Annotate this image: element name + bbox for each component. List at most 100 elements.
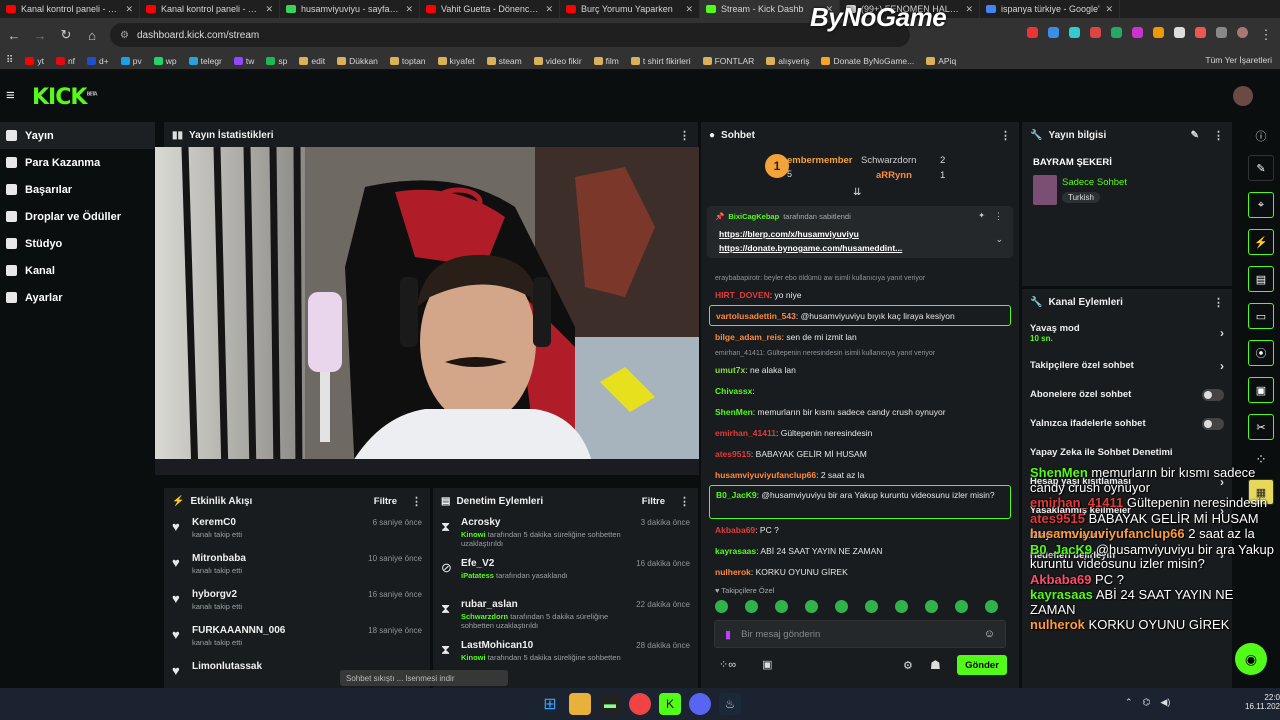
- more-options-icon[interactable]: ⋮: [411, 495, 422, 508]
- back-icon[interactable]: ←: [6, 28, 22, 43]
- chat-message[interactable]: ates9515: BABAYAK GELİR Mİ HUSAM: [701, 443, 1019, 464]
- activity-user[interactable]: KeremC0: [192, 517, 365, 528]
- more-options-icon[interactable]: ⋮: [994, 211, 1003, 222]
- sidebar-item[interactable]: Para Kazanma: [0, 149, 155, 176]
- file-explorer-icon[interactable]: [569, 693, 591, 715]
- close-icon[interactable]: ✕: [125, 4, 133, 15]
- clock[interactable]: 22:04 16.11.2025: [1245, 693, 1280, 711]
- forward-icon[interactable]: →: [32, 28, 48, 43]
- followers-chat-row[interactable]: Takipçilere özel sohbet ›: [1022, 351, 1232, 380]
- emote[interactable]: [835, 600, 848, 613]
- browser-tab[interactable]: Vahit Guetta - Dönence M ✕: [420, 0, 560, 18]
- chat-message[interactable]: kayrasaas: ABİ 24 SAAT YAYIN NE ZAMAN: [701, 540, 1019, 561]
- extension-icon[interactable]: [1153, 27, 1164, 38]
- extension-icon[interactable]: [1048, 27, 1059, 38]
- chat-username[interactable]: vartolusadettin_543: [716, 311, 796, 321]
- chat-icon[interactable]: ▭: [1248, 303, 1274, 329]
- subs-chat-toggle[interactable]: [1202, 388, 1224, 401]
- chat-username[interactable]: umut7x: [715, 365, 745, 375]
- bookmark-item[interactable]: film: [593, 56, 619, 66]
- tray-chevron-icon[interactable]: ⌃: [1125, 697, 1133, 708]
- leader-third-name[interactable]: aRRynn: [876, 170, 912, 181]
- chat-message[interactable]: vartolusadettin_543: @husamviyuviyu bıyı…: [709, 305, 1011, 326]
- extension-icon[interactable]: [1069, 27, 1080, 38]
- network-icon[interactable]: ⌬: [1143, 697, 1151, 708]
- clip-icon[interactable]: ⌖: [1248, 192, 1274, 218]
- activity-user[interactable]: Mitronbaba: [192, 553, 360, 564]
- browser-tab[interactable]: Kanal kontrol paneli - You ✕: [140, 0, 280, 18]
- bookmark-item[interactable]: video fikir: [533, 56, 582, 66]
- more-options-icon[interactable]: ⋮: [679, 495, 690, 508]
- sidebar-item[interactable]: Yayın: [0, 122, 155, 149]
- save-icon[interactable]: ▣: [1248, 377, 1274, 403]
- send-button[interactable]: Gönder: [957, 655, 1007, 675]
- url-field[interactable]: ⚙ dashboard.kick.com/stream: [110, 23, 910, 47]
- moderation-user[interactable]: Efe_V2: [461, 558, 628, 569]
- chat-username[interactable]: husamviyuviyufanclup66: [715, 470, 816, 480]
- chat-username[interactable]: Akbaba69: [715, 525, 755, 535]
- filter-button[interactable]: Filtre: [642, 496, 665, 507]
- chevron-down-icon[interactable]: ⌄: [995, 234, 1003, 245]
- emote[interactable]: [925, 600, 938, 613]
- activity-user[interactable]: FURKAAANNN_006: [192, 625, 360, 636]
- bookmark-item[interactable]: sp: [266, 56, 287, 66]
- emote[interactable]: [805, 600, 818, 613]
- bot-icon[interactable]: ☗: [930, 658, 941, 672]
- leader-second-name[interactable]: Schwarzdorn: [861, 155, 916, 166]
- close-icon[interactable]: ✕: [1105, 4, 1113, 15]
- moderation-row[interactable]: ⧗ Acrosky Kinowi tarafından 5 dakika sürel…: [433, 514, 698, 555]
- chat-message[interactable]: B0_JacK9: @husamviyuviyu bir ara Yakup k…: [709, 485, 1011, 519]
- chat-username[interactable]: ShenMen: [715, 407, 753, 417]
- activity-row[interactable]: ♥ FURKAAANNN_006 kanalı takip etti 18 saniy…: [164, 622, 430, 658]
- chat-message[interactable]: Akbaba69: PC ?: [701, 519, 1019, 540]
- toast-notification[interactable]: Sohbet sıkıştı ... lsenmesi indir: [340, 670, 508, 686]
- chat-username[interactable]: bilge_adam_reis: [715, 332, 782, 342]
- broadcast-icon[interactable]: ⦿: [1248, 340, 1274, 366]
- chat-username[interactable]: emirhan_41411: [715, 428, 776, 438]
- bookmark-item[interactable]: alışveriş: [766, 56, 809, 66]
- more-options-icon[interactable]: ⋮: [1213, 296, 1224, 309]
- chat-username[interactable]: nulherok: [715, 567, 751, 577]
- bookmark-item[interactable]: nf: [55, 56, 75, 66]
- home-icon[interactable]: ⌂: [84, 28, 100, 43]
- extension-icon[interactable]: [1195, 27, 1206, 38]
- menu-icon[interactable]: ⋮: [1258, 27, 1274, 43]
- bookmark-item[interactable]: pv: [120, 56, 142, 66]
- emote[interactable]: [715, 600, 728, 613]
- chat-message[interactable]: umut7x: ne alaka lan: [701, 359, 1019, 380]
- extension-icon[interactable]: [1174, 27, 1185, 38]
- bookmark-item[interactable]: wp: [153, 56, 177, 66]
- extension-icon[interactable]: [1090, 27, 1101, 38]
- sidebar-item[interactable]: Stüdyo: [0, 230, 155, 257]
- activity-row[interactable]: ♥ Mitronbaba kanalı takip etti 10 saniye ön…: [164, 550, 430, 586]
- close-icon[interactable]: ✕: [965, 4, 973, 15]
- moderation-row[interactable]: ⧗ rubar_aslan Schwarzdorn tarafından 5 dak…: [433, 596, 698, 637]
- avatar[interactable]: [1237, 27, 1248, 38]
- moderation-user[interactable]: LastMohican10: [461, 640, 628, 651]
- bookmark-item[interactable]: edit: [299, 56, 325, 66]
- extension-icon[interactable]: [1111, 27, 1122, 38]
- chat-message[interactable]: HIRT_DOVEN: yo niye: [701, 284, 1019, 305]
- user-avatar[interactable]: [1233, 86, 1253, 106]
- sidebar-item[interactable]: Ayarlar: [0, 284, 155, 311]
- note-icon[interactable]: ▤: [1248, 266, 1274, 292]
- bookmark-item[interactable]: Donate ByNoGame...: [821, 56, 914, 66]
- browser-tab[interactable]: Burç Yorumu Yaparken ✕: [560, 0, 700, 18]
- more-options-icon[interactable]: ⋮: [1000, 129, 1011, 142]
- emote[interactable]: [895, 600, 908, 613]
- moderation-actor[interactable]: Kinowi: [461, 530, 486, 539]
- chat-username[interactable]: Chivassx: [715, 386, 752, 396]
- filter-button[interactable]: Filtre: [374, 496, 397, 507]
- close-icon[interactable]: ✕: [685, 4, 693, 15]
- extension-icon[interactable]: [1027, 27, 1038, 38]
- moderation-actor[interactable]: iPatatess: [461, 571, 494, 580]
- emoji-icon[interactable]: ☺: [984, 628, 995, 640]
- chat-message[interactable]: Chivassx:: [701, 380, 1019, 401]
- more-options-icon[interactable]: ⋮: [679, 129, 690, 142]
- browser-tab[interactable]: ispanya türkiye - Google' ✕: [980, 0, 1120, 18]
- slow-mode-row[interactable]: Yavaş mod 10 sn. ›: [1022, 315, 1232, 351]
- emote[interactable]: [775, 600, 788, 613]
- pinned-link-1[interactable]: https://blerp.com/x/husamviyuviyu: [719, 229, 859, 239]
- close-icon[interactable]: ✕: [545, 4, 553, 15]
- expand-leaderboard-icon[interactable]: ⇊: [853, 187, 861, 198]
